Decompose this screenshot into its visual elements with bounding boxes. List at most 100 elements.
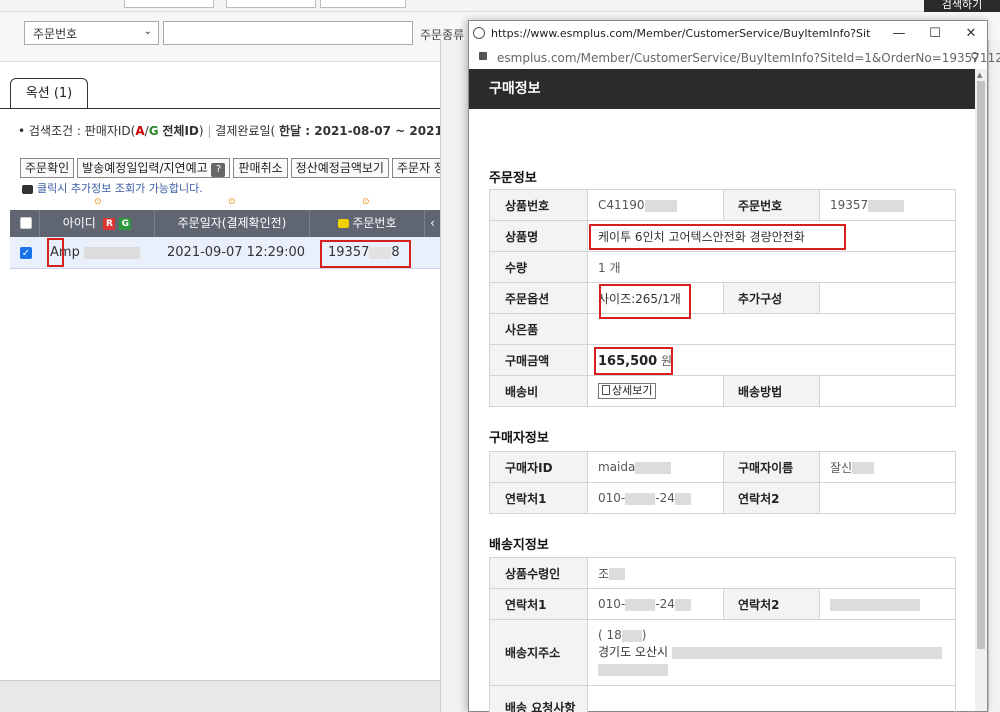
all-id: 전체ID <box>162 124 199 138</box>
buyer-contact1-label: 연락처1 <box>489 482 588 514</box>
help-icon[interactable]: ? <box>211 163 226 177</box>
select-all-checkbox[interactable] <box>20 217 32 229</box>
ship-section-title: 배송지정보 <box>489 538 549 553</box>
ship-contact1-label: 연락처1 <box>489 588 588 620</box>
action-toolbar: 주문확인 발송예정일입력/지연예고 ? 판매취소 정산예정금액보기 주문자 정 <box>20 158 453 178</box>
sort-dot-icon[interactable]: ⊙ <box>228 197 236 207</box>
buyer-id-value: maida <box>587 451 724 483</box>
scrollbar-thumb[interactable] <box>977 81 985 649</box>
bottom-toolbar <box>0 680 440 712</box>
buyer-info-table: 구매자ID maida 구매자이름 잘신 연락처1 010- -24 연락처2 <box>489 451 956 514</box>
detail-view-button[interactable]: 상세보기 <box>598 383 657 399</box>
close-paren: ) <box>198 124 204 138</box>
scroll-up-icon[interactable]: ▲ <box>977 71 982 79</box>
buyer-contact2-value <box>819 482 956 514</box>
condition-prefix: 검색조건 : <box>28 124 81 138</box>
option-label: 주문옵션 <box>489 282 588 314</box>
separator: | <box>207 124 212 138</box>
ship-date-button[interactable]: 발송예정일입력/지연예고 ? <box>77 158 231 178</box>
recipient-value: 조 <box>587 557 956 589</box>
filter-box[interactable] <box>124 0 214 8</box>
maximize-button[interactable]: ☐ <box>917 23 953 45</box>
chevron-down-icon: ⌄ <box>143 26 152 37</box>
window-titlebar[interactable]: https://www.esmplus.com/Member/CustomerS… <box>469 21 987 47</box>
settlement-button[interactable]: 정산예정금액보기 <box>290 158 389 178</box>
hint-text: 클릭시 추가정보 조회가 가능합니다. <box>22 180 203 196</box>
sort-dot-icon[interactable]: ⊙ <box>94 197 102 207</box>
qty-value: 1 개 <box>587 251 956 283</box>
row-checkbox[interactable]: ✓ <box>20 247 32 259</box>
sort-dot-icon[interactable]: ⊙ <box>362 197 370 207</box>
highlight-box <box>599 284 691 319</box>
cancel-sale-button[interactable]: 판매취소 <box>233 158 288 178</box>
buyer-name-label: 구매자이름 <box>723 451 820 483</box>
scrollbar[interactable]: ▲ <box>975 69 987 711</box>
scroll-left-icon[interactable]: ‹ <box>425 210 440 237</box>
col-order-date[interactable]: 주문일자(결제확인전) <box>155 210 310 237</box>
col-order-no[interactable]: 주문번호 <box>310 210 425 237</box>
ship-contact2-value <box>819 588 956 620</box>
background-window-sliver <box>988 40 1000 712</box>
tab-divider <box>0 108 440 109</box>
search-type-value: 주문번호 <box>33 27 78 41</box>
popup-content: 주문정보 상품번호 C41190 주문번호 19357 상품명 케이투 6인치 … <box>469 109 975 712</box>
tab-auction[interactable]: 옥션 (1) <box>10 78 88 109</box>
shipping-method-label: 배송방법 <box>723 375 820 407</box>
highlight-box <box>47 238 64 267</box>
row-id[interactable]: Amp <box>50 237 150 269</box>
order-section-title: 주문정보 <box>489 171 537 186</box>
globe-icon <box>473 27 485 39</box>
buyer-contact1-value: 010- -24 <box>587 482 724 514</box>
ship-contact1-value: 010- -24 <box>587 588 724 620</box>
highlight-box <box>594 347 673 375</box>
zoom-icon[interactable]: ⚲ <box>970 50 979 64</box>
close-button[interactable]: ✕ <box>953 23 989 45</box>
ship-info-table: 상품수령인 조 연락처1 010- -24 연락처2 배송지주소 ( 18) 경기… <box>489 557 956 712</box>
shipping-method-value <box>819 375 956 407</box>
request-value <box>587 685 956 712</box>
highlight-box <box>589 224 846 250</box>
gmarket-badge: G <box>119 217 132 230</box>
document-icon <box>602 385 610 395</box>
order-no-label: 주문번호 <box>723 189 820 221</box>
buyer-name-value: 잘신 <box>819 451 956 483</box>
search-button[interactable]: 검색하기 <box>924 0 1000 12</box>
auction-mark: A <box>135 124 145 138</box>
confirm-order-button[interactable]: 주문확인 <box>20 158 75 178</box>
col-id[interactable]: 아이디 R G <box>40 210 155 237</box>
minimize-button[interactable]: — <box>881 23 917 45</box>
amount-label: 구매금액 <box>489 344 588 376</box>
grid-header: 아이디 R G 주문일자(결제확인전) 주문번호 ‹ <box>10 210 440 237</box>
auction-badge: R <box>103 217 116 230</box>
filter-box[interactable] <box>320 0 406 8</box>
product-no-value: C41190 <box>587 189 724 221</box>
lock-icon <box>479 52 487 60</box>
period-value: 한달 : 2021-08-07 ~ 2021 <box>279 124 443 138</box>
extra-value <box>819 282 956 314</box>
shipping-fee-label: 배송비 <box>489 375 588 407</box>
filter-box[interactable] <box>226 0 316 8</box>
chat-icon <box>22 184 33 194</box>
order-no-value: 19357 <box>819 189 956 221</box>
buyer-section-title: 구매자정보 <box>489 431 549 446</box>
gift-label: 사은품 <box>489 313 588 345</box>
search-type-select[interactable]: 주문번호 ⌄ <box>24 21 159 45</box>
page-title: 구매정보 <box>469 69 975 109</box>
extra-label: 추가구성 <box>723 282 820 314</box>
payment-label: 결제완료일( <box>215 124 276 138</box>
gmarket-mark: G <box>148 124 159 138</box>
search-input[interactable] <box>163 21 413 45</box>
address-text: esmplus.com/Member/CustomerService/BuyIt… <box>497 51 1000 65</box>
request-label: 배송 요청사항 <box>489 685 588 712</box>
order-info-table: 상품번호 C41190 주문번호 19357 상품명 케이투 6인치 고어텍스안… <box>489 189 956 407</box>
qty-label: 수량 <box>489 251 588 283</box>
popup-window: https://www.esmplus.com/Member/CustomerS… <box>468 20 1000 712</box>
chat-icon <box>337 219 349 228</box>
buyer-contact2-label: 연락처2 <box>723 482 820 514</box>
product-no-label: 상품번호 <box>489 189 588 221</box>
buyer-id-label: 구매자ID <box>489 451 588 483</box>
address-bar[interactable]: esmplus.com/Member/CustomerService/BuyIt… <box>469 47 1000 69</box>
background-window-sliver <box>440 40 468 712</box>
row-order-date: 2021-09-07 12:29:00 <box>167 245 306 260</box>
seller-id-label: 판매자ID( <box>84 124 136 138</box>
